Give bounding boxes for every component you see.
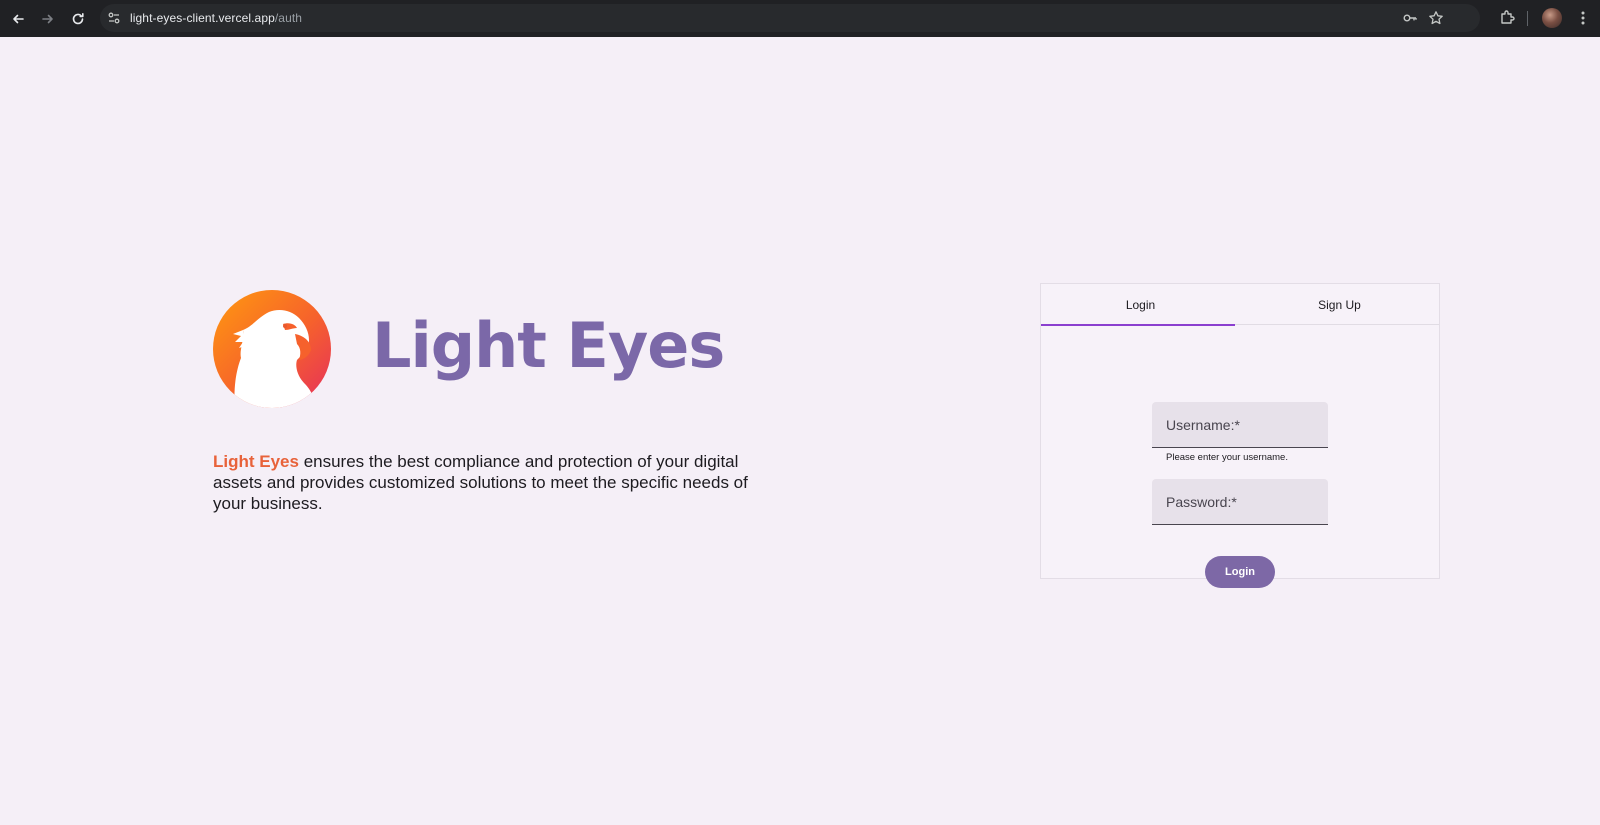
auth-card: Login Sign Up Username:* Please enter yo… [1040, 283, 1440, 588]
star-icon [1429, 11, 1443, 25]
username-field[interactable]: Username:* [1152, 402, 1328, 448]
password-input[interactable] [1152, 479, 1328, 524]
password-field[interactable]: Password:* [1152, 479, 1328, 525]
eagle-logo-icon [213, 290, 331, 408]
username-hint: Please enter your username. [1166, 452, 1288, 463]
browser-toolbar: light-eyes-client.vercel.app/auth [0, 0, 1600, 37]
login-button[interactable]: Login [1205, 556, 1275, 588]
tagline: Light Eyes ensures the best compliance a… [213, 451, 773, 514]
arrow-left-icon [13, 14, 24, 23]
puzzle-icon [1501, 10, 1515, 24]
auth-page: Light Eyes Light Eyes ensures the best c… [0, 37, 1600, 825]
username-input[interactable] [1152, 402, 1328, 447]
address-bar[interactable]: light-eyes-client.vercel.app/auth [100, 4, 1480, 32]
arrow-right-icon [42, 14, 53, 23]
tune-icon [108, 12, 120, 24]
profile-avatar[interactable] [1542, 8, 1562, 28]
more-vert-icon [1581, 11, 1585, 25]
toolbar-divider [1527, 11, 1528, 26]
url-path: /auth [274, 11, 303, 25]
tab-login[interactable]: Login [1041, 284, 1240, 326]
tab-sign-up[interactable]: Sign Up [1240, 284, 1439, 325]
password-key-button[interactable] [1402, 10, 1418, 26]
brand-title: Light Eyes [372, 309, 725, 382]
url-text: light-eyes-client.vercel.app/auth [130, 11, 302, 25]
bookmark-star-button[interactable] [1428, 10, 1444, 26]
reload-button[interactable] [63, 4, 93, 34]
key-icon [1403, 14, 1417, 22]
tagline-highlight: Light Eyes [213, 452, 299, 471]
extensions-button[interactable] [1498, 9, 1516, 27]
back-button[interactable] [3, 4, 33, 34]
url-host: light-eyes-client.vercel.app [130, 11, 275, 25]
browser-menu-button[interactable] [1574, 9, 1592, 27]
site-info-button[interactable] [100, 4, 128, 32]
auth-tabs: Login Sign Up [1041, 284, 1439, 326]
reload-icon [72, 12, 84, 24]
forward-button[interactable] [33, 4, 63, 34]
